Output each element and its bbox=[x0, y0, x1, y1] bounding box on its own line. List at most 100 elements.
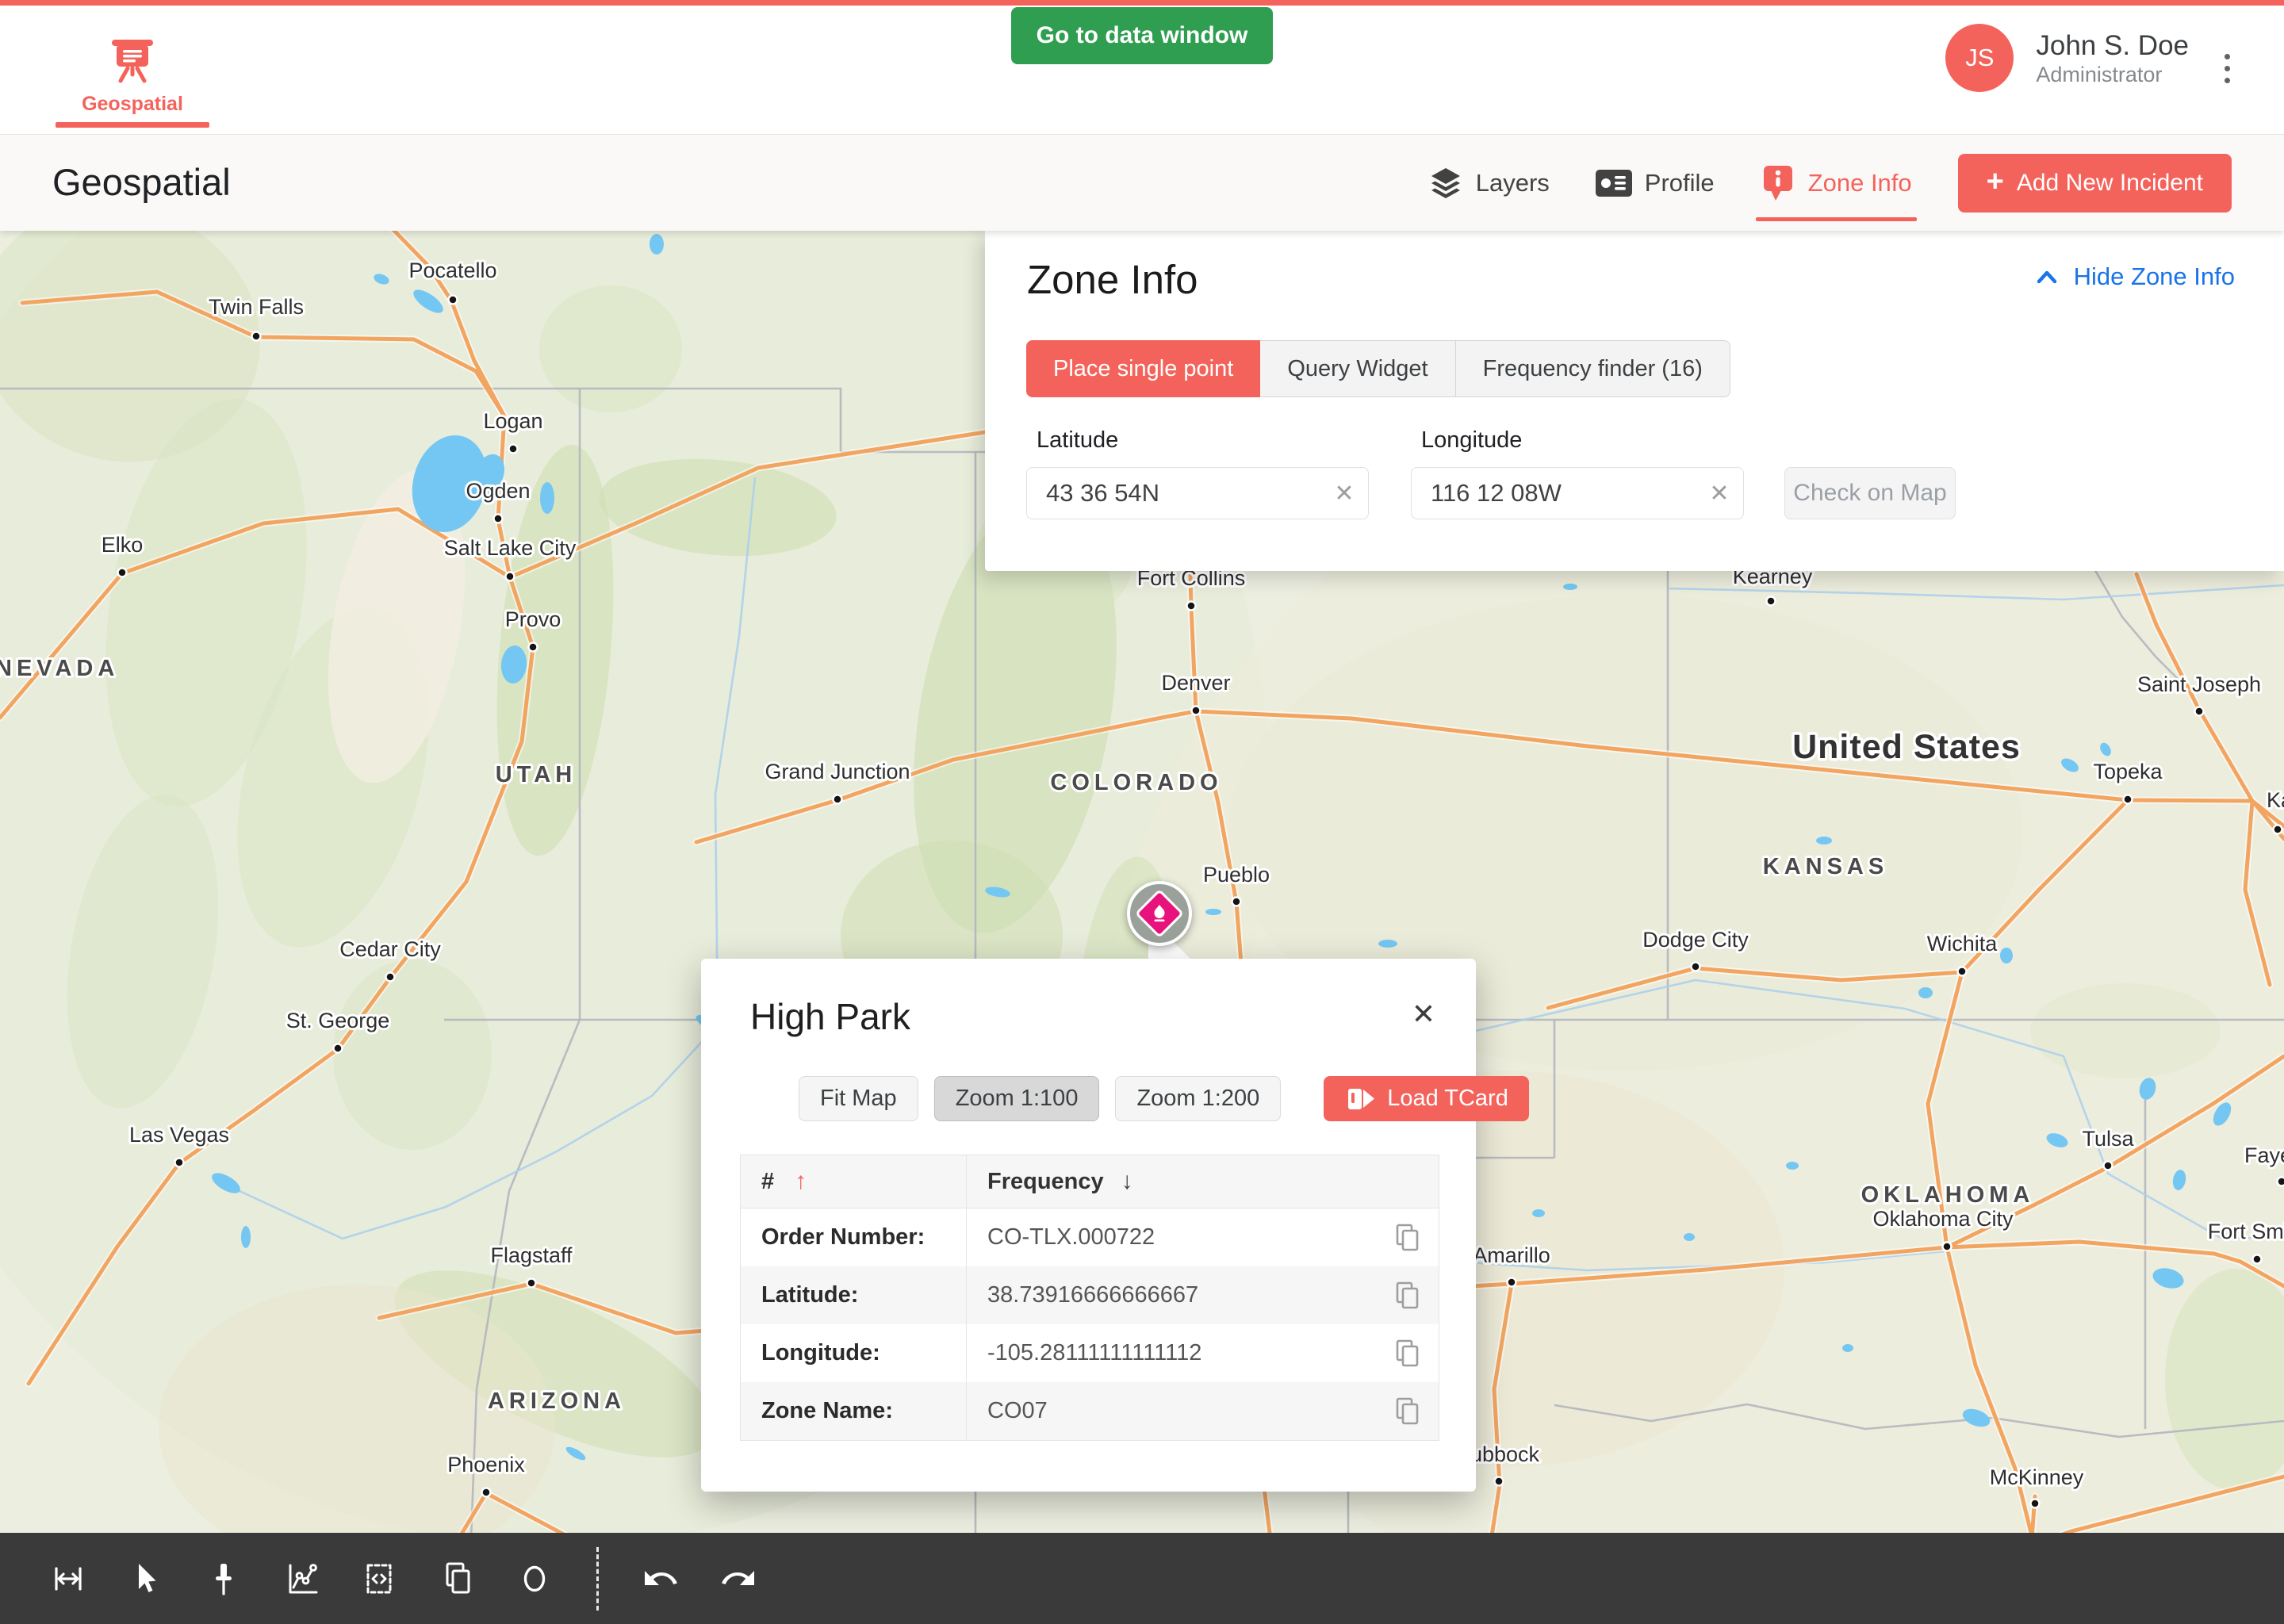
longitude-input[interactable] bbox=[1412, 479, 1696, 508]
check-on-map-button[interactable]: Check on Map bbox=[1784, 467, 1956, 519]
table-row: Latitude: 38.73916666666667 bbox=[741, 1266, 1439, 1324]
city-dot bbox=[482, 1488, 491, 1497]
user-chip[interactable]: JS John S. Doe Administrator bbox=[1945, 24, 2189, 92]
avatar[interactable]: JS bbox=[1945, 24, 2014, 92]
city-label: Flagstaff bbox=[490, 1243, 573, 1267]
city-dot bbox=[1495, 1477, 1504, 1486]
toolbar-divider bbox=[596, 1547, 599, 1611]
flame-icon bbox=[1148, 902, 1171, 925]
clear-longitude-icon[interactable]: ✕ bbox=[1696, 480, 1743, 508]
fit-map-button[interactable]: Fit Map bbox=[799, 1076, 918, 1121]
go-to-data-window-button[interactable]: Go to data window bbox=[1011, 7, 1273, 64]
presentation-board-icon bbox=[107, 38, 158, 86]
city-label: Twin Falls bbox=[209, 295, 304, 319]
latitude-label: Latitude bbox=[1037, 427, 1118, 454]
nav-zone-info[interactable]: Zone Info bbox=[1761, 135, 1912, 231]
table-row: Order Number: CO-TLX.000722 bbox=[741, 1208, 1439, 1266]
user-role: Administrator bbox=[2036, 63, 2189, 87]
nav-layers[interactable]: Layers bbox=[1428, 135, 1550, 231]
city-dot bbox=[1192, 707, 1201, 715]
page-title: Geospatial bbox=[52, 160, 231, 204]
city-label: Tulsa bbox=[2082, 1127, 2134, 1151]
city-label: Phoenix bbox=[447, 1453, 525, 1477]
add-new-incident-button[interactable]: + Add New Incident bbox=[1958, 154, 2232, 213]
city-label: Elko bbox=[102, 533, 144, 557]
city-dot bbox=[449, 296, 458, 304]
col-number[interactable]: # bbox=[761, 1169, 774, 1195]
copy-icon[interactable] bbox=[1394, 1396, 1421, 1427]
city-dot bbox=[1767, 597, 1776, 606]
lake bbox=[1684, 1233, 1695, 1241]
city-label: Logan bbox=[483, 409, 542, 433]
copy-icon[interactable] bbox=[1394, 1223, 1421, 1253]
tab-frequency-finder[interactable]: Frequency finder (16) bbox=[1456, 340, 1730, 397]
state-label: UTAH bbox=[496, 762, 577, 787]
city-label: St. George bbox=[286, 1009, 390, 1032]
top-bar: Geospatial Go to data window JS John S. … bbox=[0, 0, 2284, 135]
incident-popup: High Park ✕ Fit Map Zoom 1:100 Zoom 1:20… bbox=[701, 959, 1476, 1492]
city-dot bbox=[527, 1279, 536, 1288]
city-dot bbox=[529, 643, 538, 652]
lake bbox=[2000, 948, 2013, 963]
load-tcard-button[interactable]: Load TCard bbox=[1324, 1076, 1529, 1121]
sort-desc-icon[interactable]: ↓ bbox=[1121, 1168, 1133, 1195]
nav-profile[interactable]: Profile bbox=[1596, 135, 1715, 231]
circle-icon[interactable] bbox=[515, 1560, 554, 1598]
map-toolbar bbox=[0, 1533, 2284, 1624]
city-label: Denver bbox=[1161, 671, 1230, 695]
city-dot bbox=[2274, 825, 2282, 834]
measure-width-icon[interactable] bbox=[49, 1560, 87, 1598]
city-label: Pueblo bbox=[1203, 863, 1270, 887]
zoom-1-200-button[interactable]: Zoom 1:200 bbox=[1115, 1076, 1281, 1121]
zone-info-pin-icon bbox=[1761, 164, 1795, 202]
city-label: Oklahoma City bbox=[1872, 1207, 2014, 1231]
sort-asc-icon[interactable]: ↑ bbox=[795, 1168, 807, 1195]
lake bbox=[1205, 909, 1221, 915]
terrain-patch bbox=[159, 1285, 555, 1570]
zoom-1-100-button[interactable]: Zoom 1:100 bbox=[934, 1076, 1100, 1121]
lake bbox=[241, 1226, 251, 1248]
lake bbox=[1378, 940, 1397, 948]
city-dot bbox=[334, 1044, 343, 1053]
state-label: COLORADO bbox=[1050, 770, 1222, 795]
city-label: Provo bbox=[505, 607, 561, 631]
city-label: Las Vegas bbox=[129, 1123, 229, 1147]
incident-marker[interactable] bbox=[1127, 881, 1192, 946]
city-label: Wichita bbox=[1927, 932, 1998, 956]
panel-tabs: Place single point Query Widget Frequenc… bbox=[1026, 340, 1730, 397]
cursor-icon[interactable] bbox=[127, 1560, 165, 1598]
redo-icon[interactable] bbox=[719, 1560, 757, 1598]
col-frequency[interactable]: Frequency bbox=[987, 1169, 1104, 1195]
copy-icon[interactable] bbox=[1394, 1339, 1421, 1369]
city-dot bbox=[1958, 967, 1967, 976]
hide-zone-info-link[interactable]: Hide Zone Info bbox=[2034, 262, 2235, 291]
undo-icon[interactable] bbox=[642, 1560, 680, 1598]
city-dot bbox=[1943, 1243, 1952, 1251]
copy-icon[interactable] bbox=[1394, 1281, 1421, 1311]
pin-icon[interactable] bbox=[205, 1560, 243, 1598]
polyline-chart-icon[interactable] bbox=[282, 1560, 320, 1598]
frequency-table: # ↑ Frequency ↓ Order Number: CO-TLX.000… bbox=[740, 1155, 1439, 1441]
profile-badge-icon bbox=[1596, 169, 1632, 197]
terrain-patch bbox=[539, 285, 682, 412]
tab-place-single-point[interactable]: Place single point bbox=[1026, 340, 1260, 397]
logo-active-underline bbox=[56, 122, 209, 128]
state-label: KANSAS bbox=[1763, 854, 1888, 879]
table-row: Zone Name: CO07 bbox=[741, 1382, 1439, 1440]
kebab-menu-icon[interactable] bbox=[2211, 44, 2243, 92]
latitude-input[interactable] bbox=[1027, 479, 1320, 508]
city-dot bbox=[118, 569, 127, 577]
app-logo[interactable]: Geospatial bbox=[56, 38, 209, 116]
city-dot bbox=[1508, 1278, 1516, 1287]
longitude-field-wrap: ✕ bbox=[1411, 467, 1744, 519]
lake bbox=[1532, 1209, 1545, 1217]
close-icon[interactable]: ✕ bbox=[1403, 994, 1444, 1035]
clear-latitude-icon[interactable]: ✕ bbox=[1320, 480, 1368, 508]
plus-icon: + bbox=[1987, 167, 2004, 197]
city-dot bbox=[386, 973, 395, 982]
tab-query-widget[interactable]: Query Widget bbox=[1260, 340, 1455, 397]
city-label: Dodge City bbox=[1642, 928, 1749, 952]
marquee-select-icon[interactable] bbox=[360, 1560, 398, 1598]
city-label: Kansas City bbox=[2267, 788, 2284, 812]
copy-icon[interactable] bbox=[438, 1560, 476, 1598]
